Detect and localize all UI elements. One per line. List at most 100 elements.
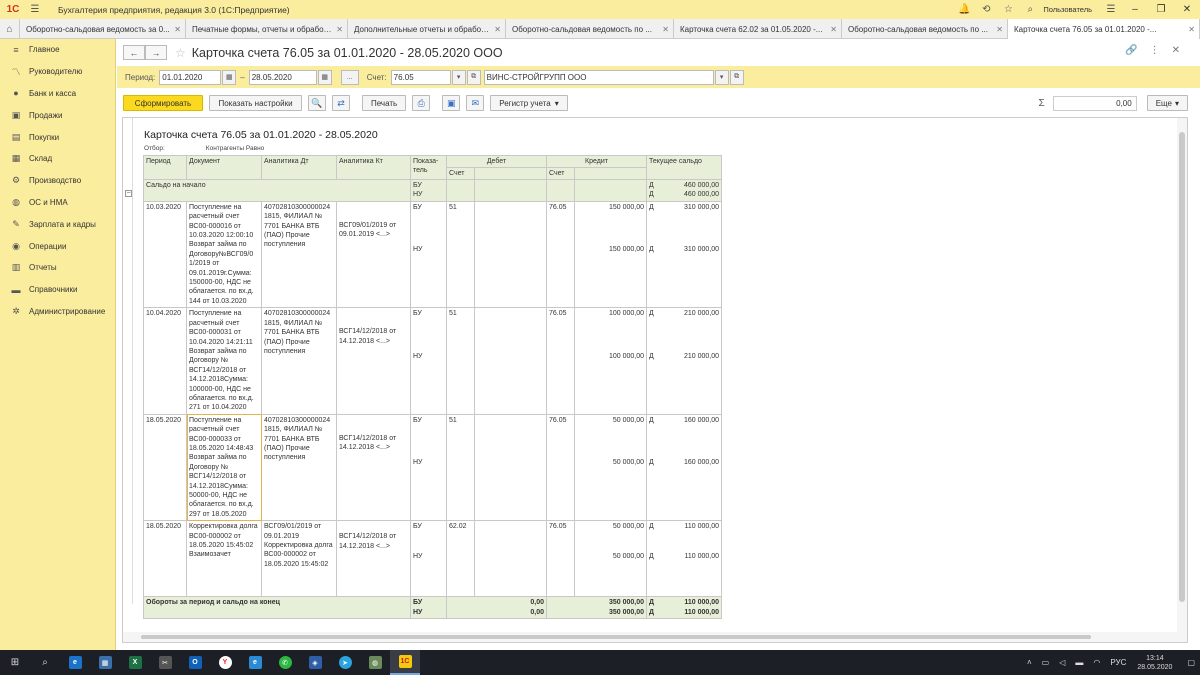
print-button[interactable]: Печать [362, 95, 407, 111]
sidebar-item-warehouse[interactable]: ▦ Склад [0, 148, 115, 170]
chevron-up-icon[interactable]: ˄ [1027, 658, 1032, 667]
notifications-icon[interactable]: ▢ [1187, 658, 1195, 667]
more-dropdown[interactable]: Еще ▾ [1146, 95, 1188, 111]
selected-sum-field[interactable]: 0,00 [1052, 95, 1137, 111]
tab-card-7605[interactable]: Карточка счета 76.05 за 01.01.2020 -... ✕ [1008, 19, 1200, 39]
scroll-thumb[interactable] [141, 635, 1091, 639]
chevron-down-icon[interactable]: ▾ [714, 69, 729, 85]
excel-icon[interactable]: X [120, 650, 150, 675]
snipping-tool-icon[interactable]: ✂ [150, 650, 180, 675]
table-row[interactable]: 18.05.2020 Поступление на расчетный счет… [143, 413, 722, 522]
close-tab-icon[interactable]: ✕ [336, 25, 343, 34]
home-icon[interactable]: ⌂ [0, 19, 20, 39]
sidebar-item-reports[interactable]: ▥ Отчеты [0, 257, 115, 279]
user-name[interactable]: Пользователь [1043, 5, 1092, 14]
tab-extra-reports[interactable]: Дополнительные отчеты и обработки ✕ [348, 19, 506, 39]
email-icon[interactable]: ✉ [466, 95, 485, 111]
horizontal-scrollbar[interactable] [123, 632, 1179, 642]
find-next-icon[interactable]: ⇄ [332, 95, 350, 111]
sidebar-item-main[interactable]: ≡ Главное [0, 39, 115, 61]
sidebar-item-purchases[interactable]: ▤ Покупки [0, 126, 115, 148]
search-icon[interactable]: ⌕ [30, 650, 60, 675]
collapse-group-icon[interactable]: − [125, 190, 132, 197]
language-indicator[interactable]: РУС [1110, 658, 1126, 667]
generate-button[interactable]: Сформировать [123, 95, 203, 111]
volume-icon[interactable]: ◁ [1059, 658, 1065, 667]
open-link-icon[interactable]: ⧉ [729, 69, 744, 85]
whatsapp-icon[interactable]: ✆ [270, 650, 300, 675]
minimize-button[interactable]: – [1122, 4, 1148, 15]
edge-icon[interactable]: e [60, 650, 90, 675]
calendar-icon[interactable]: ▦ [317, 69, 332, 85]
date-to-field[interactable]: 28.05.2020 [248, 69, 317, 85]
bell-icon[interactable]: 🔔 [953, 4, 975, 15]
sidebar-item-catalogs[interactable]: ▬ Справочники [0, 279, 115, 301]
chevron-down-icon[interactable]: ▾ [451, 69, 466, 85]
close-tab-icon[interactable]: ✕ [174, 25, 181, 34]
outlook-icon[interactable]: O [180, 650, 210, 675]
document-cell[interactable]: Поступление на расчетный счет ВС00-00001… [186, 200, 262, 309]
vertical-scrollbar[interactable] [1177, 118, 1187, 642]
close-tab-icon[interactable]: ✕ [494, 25, 501, 34]
document-cell[interactable]: Корректировка долга ВС00-000002 от 18.05… [186, 520, 262, 598]
wifi-icon[interactable]: ◠ [1093, 658, 1100, 667]
period-select-button[interactable]: ... [340, 69, 359, 85]
ie-icon[interactable]: e [240, 650, 270, 675]
sidebar-item-admin[interactable]: ✲ Администрирование [0, 301, 115, 323]
sidebar-item-salary[interactable]: ✎ Зарплата и кадры [0, 213, 115, 235]
favorites-star-icon[interactable]: ☆ [997, 4, 1019, 15]
sidebar-item-production[interactable]: ⚙ Производство [0, 170, 115, 192]
telegram-icon[interactable]: ➤ [330, 650, 360, 675]
save-icon[interactable]: ▣ [442, 95, 461, 111]
print-preview-icon[interactable]: ⎙ [412, 95, 431, 111]
close-tab-icon[interactable]: ✕ [830, 25, 837, 34]
sidebar-item-director[interactable]: 〽 Руководителю [0, 61, 115, 83]
tab-card-6202[interactable]: Карточка счета 62.02 за 01.05.2020 -... ✕ [674, 19, 842, 39]
search-icon[interactable]: ⌕ [1019, 4, 1041, 15]
app-icon[interactable]: ◍ [360, 650, 390, 675]
close-tab-icon[interactable]: ✕ [996, 25, 1003, 34]
totals-row[interactable]: Обороты за период и сальдо на конец БУ НУ… [143, 596, 722, 620]
tab-osv-2[interactable]: Оборотно-сальдовая ведомость по ... ✕ [506, 19, 674, 39]
more-vertical-icon[interactable]: ⋮ [1150, 45, 1160, 56]
network-icon[interactable]: ▭ [1042, 658, 1050, 667]
account-field[interactable]: 76.05 [390, 69, 451, 85]
close-button[interactable]: ✕ [1174, 4, 1200, 15]
back-button[interactable]: ← [123, 45, 145, 60]
close-tab-icon[interactable]: ✕ [662, 25, 669, 34]
document-cell-selected[interactable]: Поступление на расчетный счет ВС00-00003… [186, 413, 262, 522]
battery-icon[interactable]: ▬ [1075, 658, 1083, 667]
gallery-icon[interactable]: ▦ [90, 650, 120, 675]
open-link-icon[interactable]: ⧉ [466, 69, 481, 85]
tab-osv-1[interactable]: Оборотно-сальдовая ведомость за 0... ✕ [20, 19, 186, 39]
sidebar-item-sales[interactable]: ▣ Продажи [0, 104, 115, 126]
yandex-browser-icon[interactable]: Y [210, 650, 240, 675]
sidebar-item-bank[interactable]: ● Банк и касса [0, 83, 115, 105]
calendar-icon[interactable]: ▦ [222, 69, 237, 85]
find-icon[interactable]: 🔍 [308, 95, 326, 111]
link-icon[interactable]: 🔗 [1125, 45, 1137, 56]
settings-menu-icon[interactable]: ☰ [1100, 4, 1122, 15]
opening-balance-row[interactable]: Сальдо на начало БУ НУ Д 460 000,00 Д 460 0… [143, 179, 722, 202]
sidebar-item-operations[interactable]: ◉ Операции [0, 235, 115, 257]
close-tab-icon[interactable]: ✕ [1188, 25, 1195, 34]
clock[interactable]: 13:14 28.05.2020 [1137, 654, 1172, 672]
registry-dropdown[interactable]: Регистр учета ▾ [490, 95, 568, 111]
scroll-thumb[interactable] [1179, 132, 1185, 602]
tab-osv-3[interactable]: Оборотно-сальдовая ведомость по ... ✕ [842, 19, 1008, 39]
counterparty-field[interactable]: ВИНС-СТРОЙГРУПП ООО [483, 69, 714, 85]
security-icon[interactable]: ◈ [300, 650, 330, 675]
sidebar-item-assets[interactable]: ◍ ОС и НМА [0, 192, 115, 214]
table-row[interactable]: 10.03.2020 Поступление на расчетный счет… [143, 200, 722, 309]
windows-start-icon[interactable]: ⊞ [0, 650, 30, 675]
close-form-icon[interactable]: ✕ [1172, 45, 1180, 56]
history-icon[interactable]: ⟲ [975, 4, 997, 15]
1c-taskbar-icon[interactable]: 1С [390, 650, 420, 675]
show-settings-button[interactable]: Показать настройки [209, 95, 302, 111]
document-cell[interactable]: Поступление на расчетный счет ВС00-00003… [186, 307, 262, 415]
date-from-field[interactable]: 01.01.2020 [159, 69, 222, 85]
table-row[interactable]: 18.05.2020 Корректировка долга ВС00-0000… [143, 520, 722, 598]
tab-print-forms[interactable]: Печатные формы, отчеты и обработки ✕ [186, 19, 348, 39]
favorite-star-icon[interactable]: ☆ [175, 46, 186, 60]
hamburger-menu-icon[interactable]: ☰ [26, 0, 44, 19]
